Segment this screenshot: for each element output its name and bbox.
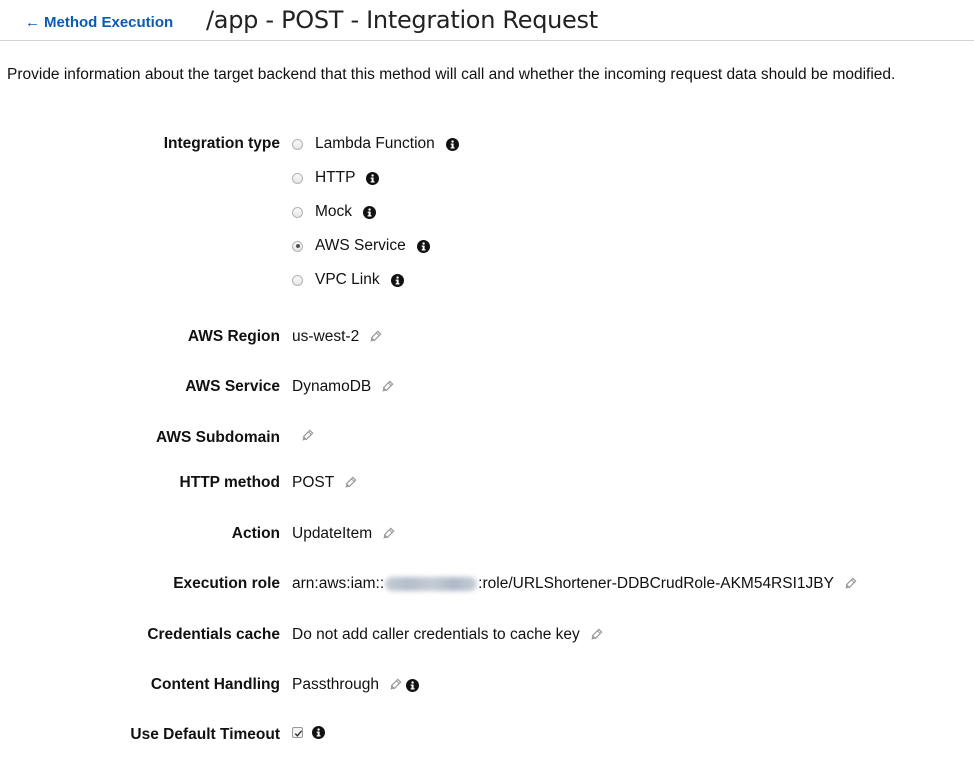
integration-option-lambda[interactable]: Lambda Function [292, 135, 459, 153]
integration-option-aws-service[interactable]: AWS Service [292, 237, 430, 255]
credentials-cache-label: Credentials cache [147, 626, 280, 643]
aws-service-label: AWS Service [185, 378, 280, 395]
info-icon[interactable] [390, 273, 404, 287]
aws-region-value: us-west-2 [292, 328, 360, 345]
pencil-icon[interactable] [380, 380, 394, 394]
checkmark-icon [294, 730, 303, 737]
integration-option-label: VPC Link [315, 271, 380, 288]
back-to-method-execution-link[interactable]: ← Method Execution [25, 14, 173, 31]
http-method-label: HTTP method [179, 474, 280, 491]
integration-type-label: Integration type [163, 135, 280, 152]
aws-service-value: DynamoDB [292, 378, 372, 395]
action-value: UpdateItem [292, 525, 373, 542]
pencil-icon[interactable] [368, 330, 382, 344]
integration-option-label: HTTP [315, 169, 356, 186]
info-icon[interactable] [416, 239, 430, 253]
back-link-label: Method Execution [44, 14, 174, 31]
info-icon[interactable] [406, 678, 420, 692]
content-handling-value: Passthrough [292, 676, 380, 693]
radio-aws-service[interactable] [292, 240, 303, 252]
execution-role-value-row: arn:aws:iam:: :role/URLShortener-DDBCrud… [292, 575, 857, 593]
radio-vpc-link[interactable] [292, 274, 303, 286]
aws-subdomain-label: AWS Subdomain [156, 429, 280, 446]
content-handling-label: Content Handling [150, 676, 280, 693]
content-handling-value-row: Passthrough [292, 676, 420, 694]
redacted-account-id [385, 577, 478, 591]
radio-lambda[interactable] [292, 138, 303, 150]
pencil-icon[interactable] [589, 628, 603, 642]
pencil-icon[interactable] [843, 577, 857, 591]
info-icon[interactable] [366, 171, 380, 185]
credentials-cache-value-row: Do not add caller credentials to cache k… [292, 626, 603, 644]
pencil-icon[interactable] [343, 476, 357, 490]
pencil-icon[interactable] [381, 527, 395, 541]
execution-role-suffix: :role/URLShortener-DDBCrudRole-AKM54RSI1… [478, 575, 834, 592]
info-icon[interactable] [312, 726, 325, 739]
page-header: ← Method Execution /app - POST - Integrat… [0, 0, 974, 41]
action-label: Action [231, 525, 280, 542]
integration-option-vpc-link[interactable]: VPC Link [292, 271, 404, 289]
radio-http[interactable] [292, 172, 303, 184]
http-method-value-row: POST [292, 474, 357, 492]
aws-region-label: AWS Region [187, 328, 280, 345]
aws-subdomain-value-row [292, 429, 314, 443]
aws-region-value-row: us-west-2 [292, 328, 382, 346]
action-value-row: UpdateItem [292, 525, 395, 543]
radio-mock[interactable] [292, 206, 303, 218]
aws-service-value-row: DynamoDB [292, 378, 394, 396]
http-method-value: POST [292, 474, 335, 491]
page-title: /app - POST - Integration Request [206, 6, 598, 34]
use-default-timeout-label: Use Default Timeout [130, 726, 280, 743]
info-icon[interactable] [445, 137, 459, 151]
pencil-icon[interactable] [388, 678, 402, 692]
integration-option-label: Lambda Function [315, 135, 435, 152]
page-description: Provide information about the target bac… [7, 66, 896, 83]
integration-option-mock[interactable]: Mock [292, 203, 377, 221]
execution-role-prefix: arn:aws:iam:: [292, 575, 385, 592]
arrow-left-icon: ← [25, 14, 40, 31]
use-default-timeout-checkbox[interactable] [292, 727, 303, 738]
integration-option-label: AWS Service [315, 237, 406, 254]
pencil-icon[interactable] [300, 429, 314, 443]
credentials-cache-value: Do not add caller credentials to cache k… [292, 626, 580, 643]
info-icon[interactable] [363, 205, 377, 219]
integration-option-label: Mock [315, 203, 353, 220]
execution-role-label: Execution role [173, 575, 280, 592]
integration-option-http[interactable]: HTTP [292, 169, 380, 187]
use-default-timeout-row [292, 726, 325, 739]
